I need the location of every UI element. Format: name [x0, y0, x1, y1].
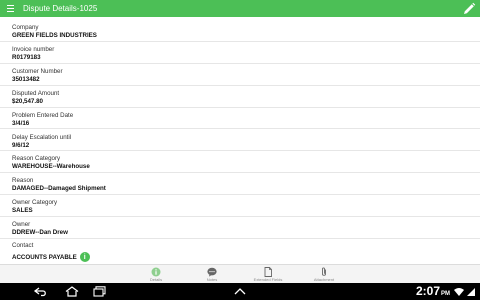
page-title: Dispute Details-1025 [23, 4, 98, 13]
tab-details[interactable]: Details [126, 265, 186, 284]
field-value: DAMAGED--Damaged Shipment [12, 185, 106, 193]
field-disputed-amount: Disputed Amount $20,547.80 [0, 86, 480, 108]
tab-label: Details [149, 277, 163, 282]
chevron-up-icon[interactable] [233, 286, 247, 297]
field-reason: Reason DAMAGED--Damaged Shipment [0, 173, 480, 196]
paperclip-icon [322, 267, 326, 276]
dispute-detail-list: Company GREEN FIELDS INDUSTRIES Invoice … [0, 20, 480, 264]
field-label: Company [12, 24, 39, 31]
document-icon [264, 267, 272, 277]
tab-extended-fields[interactable]: Extended Fields [238, 265, 298, 284]
home-icon[interactable] [64, 286, 80, 297]
field-label: Disputed Amount [12, 89, 60, 97]
edit-pencil-icon[interactable] [462, 2, 476, 16]
field-value: 3/4/16 [12, 119, 30, 127]
field-value: 35013482 [12, 75, 40, 83]
tab-label: Extended Fields [253, 277, 283, 282]
tab-attachment[interactable]: Attachment [294, 265, 354, 284]
field-owner-category: Owner Category SALES [0, 195, 480, 218]
field-value: GREEN FIELDS INDUSTRIES [12, 32, 97, 39]
field-value: SALES [12, 207, 33, 215]
field-label: Owner Category [12, 199, 58, 207]
hamburger-menu-icon[interactable] [2, 0, 18, 17]
status-icons [454, 288, 475, 296]
chat-icon [207, 267, 217, 277]
field-label: Delay Escalation until [12, 133, 72, 141]
field-value: $20,547.80 [12, 97, 43, 105]
field-label: Owner [12, 221, 31, 229]
signal-icon [467, 288, 475, 296]
field-invoice-number: Invoice number R0179183 [0, 42, 480, 64]
field-label: Reason [12, 177, 34, 185]
field-value: 9/6/12 [12, 141, 30, 149]
field-value: R0179183 [12, 53, 41, 61]
field-company: Company GREEN FIELDS INDUSTRIES [0, 20, 480, 42]
field-problem-entered-date: Problem Entered Date 3/4/16 [0, 108, 480, 130]
tab-label: Notes [206, 277, 218, 282]
field-label: Reason Category [12, 155, 61, 163]
clock: 2:07PM [416, 284, 450, 298]
field-contact: Contact ACCOUNTS PAYABLE i [0, 239, 480, 264]
field-owner: Owner DDREW--Dan Drew [0, 217, 480, 239]
field-value-row: ACCOUNTS PAYABLE i [12, 252, 90, 262]
app-bar: Dispute Details-1025 [0, 0, 480, 17]
field-label: Customer Number [12, 67, 63, 75]
system-navigation-bar: 2:07PM [0, 283, 480, 300]
wifi-icon [454, 288, 464, 296]
field-value: WAREHOUSE--Warehouse [12, 163, 90, 171]
clock-time: 2:07 [415, 284, 440, 298]
field-value: ACCOUNTS PAYABLE [12, 253, 77, 261]
field-delay-escalation: Delay Escalation until 9/6/12 [0, 130, 480, 152]
bottom-tab-bar: Details Notes Extended Fields Attachment [0, 264, 480, 284]
field-label: Invoice number [12, 45, 55, 53]
field-label: Contact [12, 242, 34, 249]
field-customer-number: Customer Number 35013482 [0, 64, 480, 86]
info-icon [151, 267, 161, 277]
recent-apps-icon[interactable] [93, 286, 106, 297]
back-icon[interactable] [33, 286, 49, 297]
field-reason-category: Reason Category WAREHOUSE--Warehouse [0, 151, 480, 174]
field-value: DDREW--Dan Drew [12, 229, 68, 237]
tab-label: Attachment [313, 277, 335, 282]
field-label: Problem Entered Date [12, 111, 74, 119]
info-icon[interactable]: i [79, 252, 90, 262]
clock-suffix: PM [441, 291, 450, 297]
app-window: Dispute Details-1025 Company GREEN FIELD… [0, 0, 480, 300]
tab-notes[interactable]: Notes [182, 265, 242, 284]
